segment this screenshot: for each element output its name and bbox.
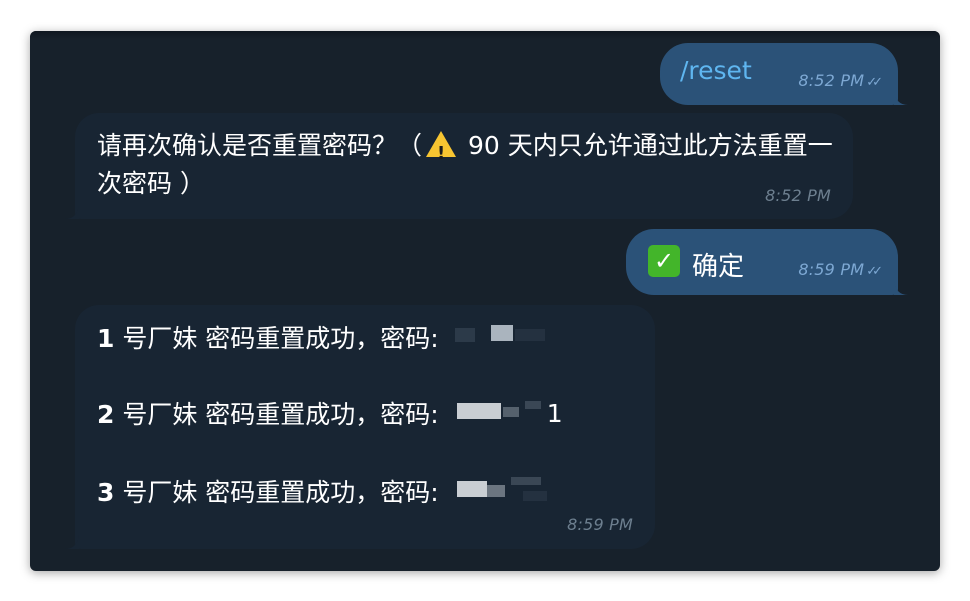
- message-time: 8:59 PM: [567, 515, 633, 534]
- message-time: 8:59 PM ✓✓: [798, 260, 883, 279]
- reset-result-row: 2 号厂妹 密码重置成功，密码: 1: [97, 399, 563, 429]
- check-mark-button-icon: ✓: [648, 245, 680, 277]
- bubble-tail: [894, 281, 908, 295]
- message-bubble-incoming[interactable]: 请再次确认是否重置密码？（ 90 天内只允许通过此方法重置一次密码 ） 8:52…: [65, 113, 853, 219]
- bubble-tail: [65, 535, 79, 549]
- message-time: 8:52 PM: [765, 186, 831, 205]
- message-bubble-incoming[interactable]: 1 号厂妹 密码重置成功，密码: 2 号厂妹 密码重置成功，密码: 1 3 号厂…: [65, 305, 655, 549]
- read-receipt-icon: ✓✓: [866, 264, 883, 279]
- chat-window: /reset 8:52 PM✓✓ 请再次确认是否重置密码？（ 90 天内只允许通…: [30, 31, 940, 571]
- bot-command-link[interactable]: /reset: [680, 56, 752, 85]
- top-scroll-fade: [30, 31, 940, 39]
- warning-icon: [426, 131, 457, 173]
- message-time: 8:52 PM ✓✓: [798, 71, 883, 90]
- reset-result-row: 3 号厂妹 密码重置成功，密码:: [97, 473, 549, 509]
- reset-result-row: 1 号厂妹 密码重置成功，密码:: [97, 319, 549, 355]
- message-bubble-outgoing[interactable]: /reset 8:52 PM ✓✓: [660, 43, 908, 105]
- bubble-tail: [894, 91, 908, 105]
- message-text: 请再次确认是否重置密码？（ 90 天内只允许通过此方法重置一次密码 ）: [97, 127, 837, 203]
- blurred-password: [453, 477, 549, 505]
- message-text: 确定: [692, 252, 745, 282]
- read-receipt-icon: ✓✓: [866, 75, 883, 90]
- blurred-password: 1: [453, 399, 563, 428]
- bubble-tail: [65, 205, 79, 219]
- message-bubble-outgoing[interactable]: ✓ 确定 8:59 PM ✓✓: [626, 229, 908, 295]
- blurred-password: [453, 325, 549, 351]
